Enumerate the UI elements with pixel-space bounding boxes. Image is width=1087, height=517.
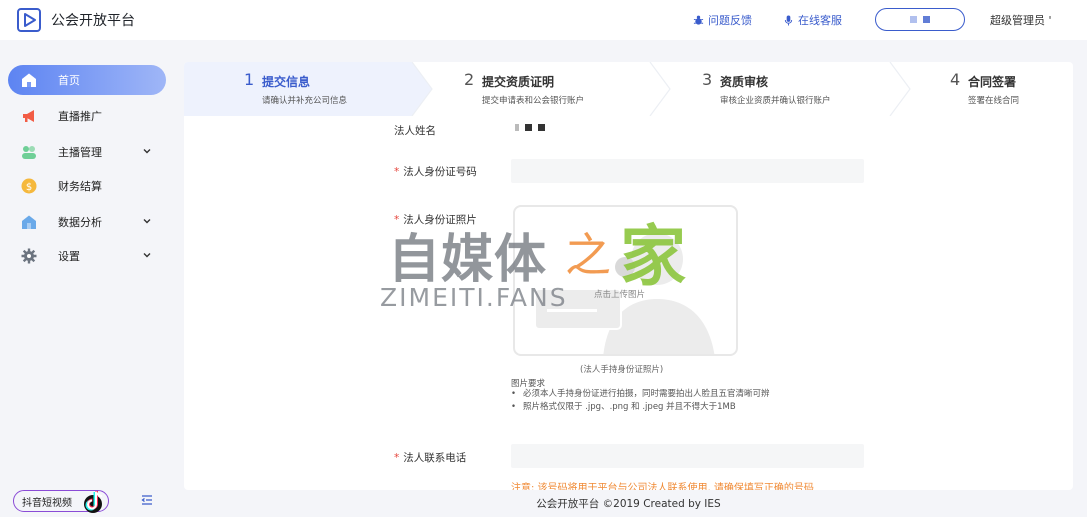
- support-label: 在线客服: [798, 14, 842, 27]
- id-number-label: * 法人身份证号码: [394, 166, 477, 178]
- sidebar-item-promotion[interactable]: 直播推广: [8, 101, 166, 131]
- step-qualification-review[interactable]: 3 资质审核 审核企业资质并确认银行账户: [670, 62, 890, 116]
- step-description: 提交申请表和公会银行账户: [482, 96, 585, 106]
- sidebar-item-finance[interactable]: $ 财务结算: [8, 171, 166, 201]
- step-description: 请确认并补充公司信息: [262, 96, 348, 106]
- account-switch-button[interactable]: [875, 8, 965, 31]
- requirement-item: 照片格式仅限于 .jpg、.png 和 .jpeg 并且不得大于1MB: [511, 401, 770, 414]
- megaphone-icon: [23, 110, 34, 122]
- step-submit-info[interactable]: 1 提交信息 请确认并补充公司信息: [184, 62, 412, 116]
- sidebar-item-label: 首页: [58, 74, 80, 87]
- phone-label: * 法人联系电话: [394, 452, 467, 464]
- step-title: 资质审核: [720, 75, 769, 89]
- step-contract-signing[interactable]: 4 合同签署 签署在线合同: [910, 62, 1073, 116]
- sidebar-item-label: 数据分析: [58, 216, 102, 229]
- step-title: 合同签署: [968, 75, 1017, 89]
- sidebar-item-label: 主播管理: [58, 146, 102, 159]
- feedback-label: 问题反馈: [708, 14, 752, 27]
- house-icon: [22, 215, 36, 229]
- support-link[interactable]: 在线客服: [783, 12, 842, 28]
- step-number: 3: [702, 70, 713, 89]
- id-photo-label: * 法人身份证照片: [394, 214, 477, 226]
- upload-hint: 点击上传图片: [594, 290, 646, 300]
- home-icon: [22, 73, 36, 87]
- phone-note: 注意: 该号码将用于平台与公司法人联系使用, 请确保填写正确的号码: [511, 483, 814, 490]
- step-description: 签署在线合同: [968, 96, 1020, 106]
- step-title: 提交资质证明: [482, 75, 555, 89]
- chevron-down-icon: [143, 149, 151, 154]
- coin-icon: $: [21, 178, 37, 194]
- legal-name-value: [515, 124, 545, 131]
- upload-caption: (法人手持身份证照片): [580, 365, 664, 375]
- requirements-list: 必须本人手持身份证进行拍摄，同时需要拍出人脸且五官清晰可辨 照片格式仅限于 .j…: [511, 388, 770, 414]
- svg-text:$: $: [26, 182, 32, 193]
- step-submit-qualification[interactable]: 2 提交资质证明 提交申请表和公会银行账户: [432, 62, 650, 116]
- requirement-item: 必须本人手持身份证进行拍摄，同时需要拍出人脸且五官清晰可辨: [511, 388, 770, 401]
- legal-name-label: 法人姓名: [394, 125, 436, 137]
- chevron-down-icon: [143, 253, 151, 258]
- step-number: 2: [464, 70, 475, 89]
- step-number: 4: [950, 70, 961, 89]
- admin-user-label[interactable]: 超级管理员 ': [990, 12, 1052, 28]
- footer-copyright: 公会开放平台 ©2019 Created by IES: [536, 498, 721, 510]
- collapse-sidebar-icon[interactable]: [141, 494, 153, 506]
- logo-icon[interactable]: [17, 8, 41, 32]
- tiktok-logo-icon: [84, 491, 103, 513]
- douyin-label: 抖音短视频: [22, 497, 72, 509]
- step-title: 提交信息: [262, 75, 311, 89]
- id-photo-uploader[interactable]: [513, 205, 738, 356]
- sidebar-item-label: 直播推广: [58, 110, 102, 123]
- bug-icon: [693, 15, 704, 25]
- step-number: 1: [244, 70, 255, 89]
- sidebar-item-label: 设置: [58, 250, 80, 263]
- sidebar-item-anchors[interactable]: 主播管理: [8, 137, 166, 167]
- main-card: 1 提交信息 请确认并补充公司信息 2 提交资质证明 提交申请表和公会银行账户 …: [184, 62, 1073, 490]
- gear-icon: [21, 248, 37, 264]
- phone-input[interactable]: [511, 444, 864, 468]
- chevron-down-icon: [143, 219, 151, 224]
- feedback-link[interactable]: 问题反馈: [693, 12, 752, 28]
- sidebar: 首页 直播推广 主播管理 $ 财务结算 数据分析 设置: [0, 40, 175, 517]
- sidebar-item-label: 财务结算: [58, 180, 102, 193]
- sidebar-item-settings[interactable]: 设置: [8, 241, 166, 271]
- people-icon: [22, 146, 36, 159]
- step-description: 审核企业资质并确认银行账户: [720, 96, 831, 106]
- sidebar-item-home[interactable]: 首页: [8, 65, 166, 95]
- id-photo-placeholder-icon: [534, 233, 715, 354]
- top-header: 公会开放平台 问题反馈 在线客服 超级管理员 ': [0, 0, 1087, 40]
- app-title: 公会开放平台: [51, 13, 135, 29]
- sidebar-item-analytics[interactable]: 数据分析: [8, 207, 166, 237]
- microphone-icon: [784, 14, 793, 26]
- id-number-input[interactable]: [511, 159, 864, 183]
